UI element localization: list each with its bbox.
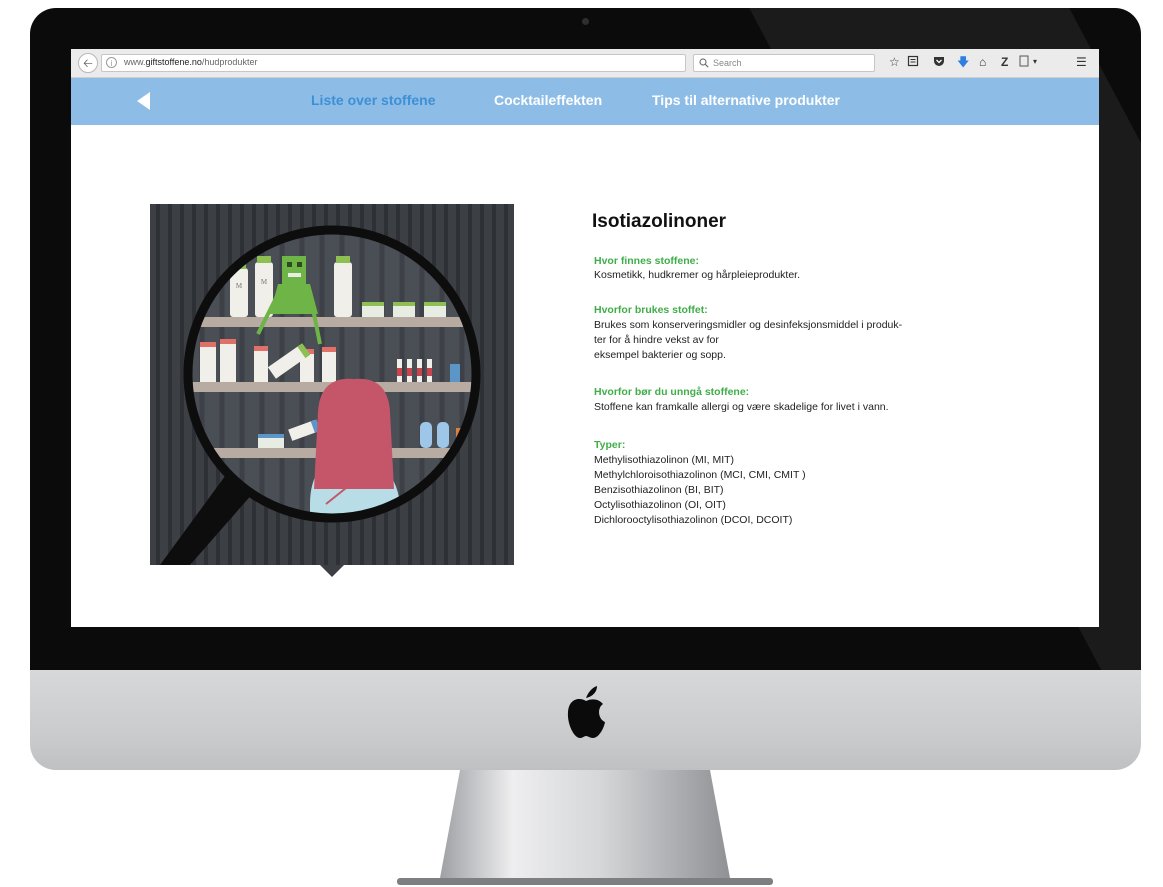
arrow-left-icon: 🡠 xyxy=(83,56,93,70)
search-icon xyxy=(699,58,709,68)
dropdown-arrow-icon[interactable]: ▾ xyxy=(1033,55,1037,69)
magnifier-illustration: M M xyxy=(150,204,514,577)
search-placeholder: Search xyxy=(713,58,742,68)
page-icon[interactable] xyxy=(1019,55,1029,70)
url-prefix: www. xyxy=(124,57,146,67)
back-arrow-icon[interactable] xyxy=(137,92,150,110)
type-item: Octylisothiazolinon (OI, OIT) xyxy=(594,499,726,511)
apple-logo-icon xyxy=(567,686,605,738)
browser-back-button[interactable]: 🡠 xyxy=(78,53,98,73)
menu-icon[interactable]: ☰ xyxy=(1076,55,1087,69)
address-bar[interactable]: i www.giftstoffene.no/hudprodukter xyxy=(101,54,707,72)
types-heading: Typer: xyxy=(594,439,626,451)
nav-item-cocktaileffekten[interactable]: Cocktaileffekten xyxy=(494,92,602,108)
why-line-1: Brukes som konserveringsmidler og desinf… xyxy=(594,319,903,331)
url-text: www.giftstoffene.no/hudprodukter xyxy=(124,57,257,67)
why-line-2: ter for å hindre vekst av for xyxy=(594,334,719,346)
where-text: Kosmetikk, hudkremer og hårpleieprodukte… xyxy=(594,269,801,281)
pocket-icon[interactable] xyxy=(933,55,945,70)
avoid-text: Stoffene kan framkalle allergi og være s… xyxy=(594,401,889,413)
site-navigation: Liste over stoffene Cocktaileffekten Tip… xyxy=(71,78,1099,125)
where-heading: Hvor finnes stoffene: xyxy=(594,255,700,267)
camera xyxy=(582,18,589,25)
nav-item-liste[interactable]: Liste over stoffene xyxy=(311,92,435,108)
url-domain: giftstoffene.no xyxy=(145,57,202,67)
why-heading: Hvorfor brukes stoffet: xyxy=(594,304,708,316)
product-letter: M xyxy=(236,282,243,290)
screen: 🡠 i www.giftstoffene.no/hudprodukter Sea… xyxy=(71,49,1099,627)
why-line-3: eksempel bakterier og sopp. xyxy=(594,349,726,361)
star-icon[interactable]: ☆ xyxy=(889,55,900,69)
reader-icon[interactable] xyxy=(907,55,919,70)
search-box[interactable]: Search xyxy=(693,54,875,72)
substance-title: Isotiazolinoner xyxy=(592,211,727,232)
url-path: /hudprodukter xyxy=(201,57,258,67)
home-icon[interactable]: ⌂ xyxy=(979,55,986,69)
monitor-stand xyxy=(397,770,773,885)
browser-toolbar: 🡠 i www.giftstoffene.no/hudprodukter Sea… xyxy=(71,49,1099,78)
zotero-icon[interactable]: Z xyxy=(1001,55,1008,69)
info-icon[interactable]: i xyxy=(106,57,117,68)
product-letter: M xyxy=(261,278,268,286)
download-icon[interactable]: 🡇 xyxy=(957,55,969,69)
types-list: Methylisothiazolinon (MI, MIT) Methylchl… xyxy=(594,453,806,528)
type-item: Dichlorooctylisothiazolinon (DCOI, DCOIT… xyxy=(594,514,793,526)
type-item: Benzisothiazolinon (BI, BIT) xyxy=(594,484,724,496)
type-item: Methylchloroisothiazolinon (MCI, CMI, CM… xyxy=(594,469,806,481)
avoid-heading: Hvorfor bør du unngå stoffene: xyxy=(594,386,750,398)
nav-item-tips[interactable]: Tips til alternative produkter xyxy=(652,92,840,108)
type-item: Methylisothiazolinon (MI, MIT) xyxy=(594,454,735,466)
